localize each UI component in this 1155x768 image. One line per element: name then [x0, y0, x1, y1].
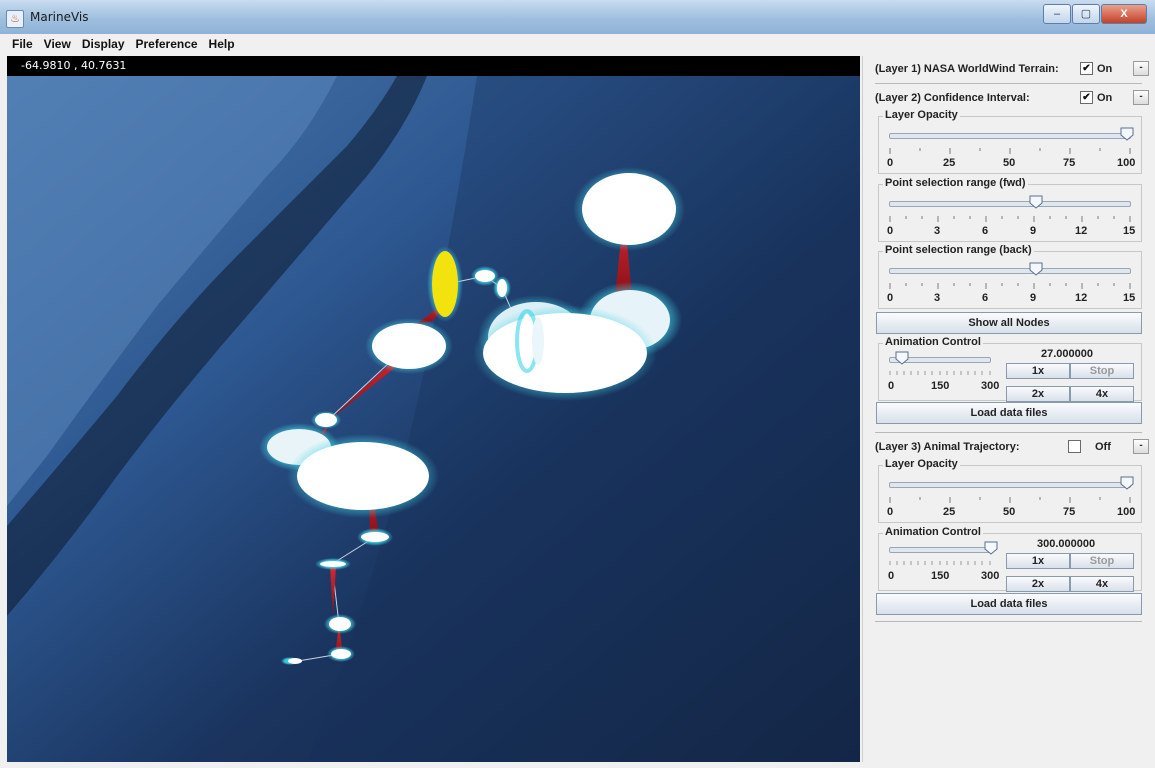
layer2-opacity-group: Layer Opacity 0 25 50 75 100 — [878, 109, 1142, 174]
layer1-state: On — [1097, 63, 1113, 75]
layer1-collapse-button[interactable]: - — [1133, 61, 1149, 76]
layer3-opacity-slider[interactable] — [889, 482, 1131, 488]
tick-marks — [889, 148, 1131, 154]
slider-thumb[interactable] — [1029, 195, 1043, 209]
tick-marks — [889, 497, 1131, 503]
back-range-slider[interactable] — [889, 268, 1131, 274]
layer2-animation-group: Animation Control 0 150 300 27.000000 1x… — [878, 336, 1142, 402]
coordinate-readout: -64.9810 , 40.7631 — [21, 59, 127, 72]
tick-marks — [889, 216, 1131, 222]
separator — [875, 432, 1142, 433]
window-title: MarineVis — [30, 10, 89, 24]
layer3-opacity-group: Layer Opacity 0 25 50 75 100 — [878, 458, 1142, 523]
group-title: Point selection range (back) — [883, 244, 1034, 256]
speed-4x-button[interactable]: 4x — [1070, 576, 1134, 592]
fwd-range-slider[interactable] — [889, 201, 1131, 207]
layer1-header: (Layer 1) NASA WorldWind Terrain: ✔ On - — [875, 60, 1149, 78]
menu-help[interactable]: Help — [204, 34, 241, 54]
speed-1x-button[interactable]: 1x — [1006, 553, 1070, 569]
slider-thumb[interactable] — [1120, 127, 1134, 141]
tick-marks — [889, 561, 991, 565]
separator — [875, 83, 1142, 84]
layer2-state: On — [1097, 92, 1113, 104]
speed-2x-button[interactable]: 2x — [1006, 576, 1070, 592]
layer3-collapse-button[interactable]: - — [1133, 439, 1149, 454]
layer2-collapse-button[interactable]: - — [1133, 90, 1149, 105]
animation-time-value: 27.000000 — [1041, 348, 1093, 360]
slider-thumb[interactable] — [984, 541, 998, 555]
speed-4x-button[interactable]: 4x — [1070, 386, 1134, 402]
menu-preference[interactable]: Preference — [131, 34, 204, 54]
title-bar[interactable]: ♨ MarineVis – ▢ X — [0, 0, 1155, 34]
layer2-load-data-button[interactable]: Load data files — [876, 402, 1142, 424]
stop-button[interactable]: Stop — [1070, 363, 1134, 379]
animation-time-value: 300.000000 — [1037, 538, 1096, 550]
layer3-label: (Layer 3) Animal Trajectory: — [875, 441, 1020, 453]
layer2-header: (Layer 2) Confidence Interval: ✔ On - — [875, 89, 1149, 107]
layer3-load-data-button[interactable]: Load data files — [876, 593, 1142, 615]
speed-1x-button[interactable]: 1x — [1006, 363, 1070, 379]
layer3-animation-group: Animation Control 0 150 300 300.000000 1… — [878, 526, 1142, 592]
layer3-checkbox[interactable] — [1068, 440, 1081, 453]
close-button[interactable]: X — [1101, 4, 1147, 24]
menu-view[interactable]: View — [39, 34, 77, 54]
group-title: Layer Opacity — [883, 458, 960, 470]
layer3-animation-slider[interactable] — [889, 547, 991, 553]
layer2-checkbox[interactable]: ✔ — [1080, 91, 1093, 104]
layer3-state: Off — [1095, 441, 1111, 453]
group-title: Layer Opacity — [883, 109, 960, 121]
maximize-button[interactable]: ▢ — [1072, 4, 1100, 24]
speed-2x-button[interactable]: 2x — [1006, 386, 1070, 402]
layer2-label: (Layer 2) Confidence Interval: — [875, 92, 1030, 104]
minimize-button[interactable]: – — [1043, 4, 1071, 24]
fwd-range-group: Point selection range (fwd) 0 3 6 9 12 1… — [878, 177, 1142, 242]
slider-thumb[interactable] — [895, 351, 909, 365]
globe-view[interactable] — [7, 56, 860, 762]
layer3-header: (Layer 3) Animal Trajectory: Off - — [875, 438, 1149, 456]
app-window: ♨ MarineVis – ▢ X File View Display Pref… — [0, 0, 1155, 768]
layer-control-panel: (Layer 1) NASA WorldWind Terrain: ✔ On -… — [862, 56, 1149, 762]
slider-thumb[interactable] — [1120, 476, 1134, 490]
show-all-nodes-button[interactable]: Show all Nodes — [876, 312, 1142, 334]
layer1-checkbox[interactable]: ✔ — [1080, 62, 1093, 75]
stop-button[interactable]: Stop — [1070, 553, 1134, 569]
layer1-label: (Layer 1) NASA WorldWind Terrain: — [875, 63, 1059, 75]
java-app-icon: ♨ — [6, 10, 24, 28]
tick-marks — [889, 283, 1131, 289]
group-title: Animation Control — [883, 336, 983, 348]
tick-marks — [889, 371, 991, 375]
coordinate-bar: -64.9810 , 40.7631 — [7, 56, 860, 76]
back-range-group: Point selection range (back) 0 3 6 9 12 — [878, 244, 1142, 309]
group-title: Point selection range (fwd) — [883, 177, 1028, 189]
slider-thumb[interactable] — [1029, 262, 1043, 276]
layer2-opacity-slider[interactable] — [889, 133, 1131, 139]
terrain-canvas[interactable] — [7, 56, 860, 762]
menu-display[interactable]: Display — [77, 34, 131, 54]
group-title: Animation Control — [883, 526, 983, 538]
separator — [875, 621, 1142, 622]
menu-bar: File View Display Preference Help — [7, 34, 1148, 54]
menu-file[interactable]: File — [7, 34, 39, 54]
